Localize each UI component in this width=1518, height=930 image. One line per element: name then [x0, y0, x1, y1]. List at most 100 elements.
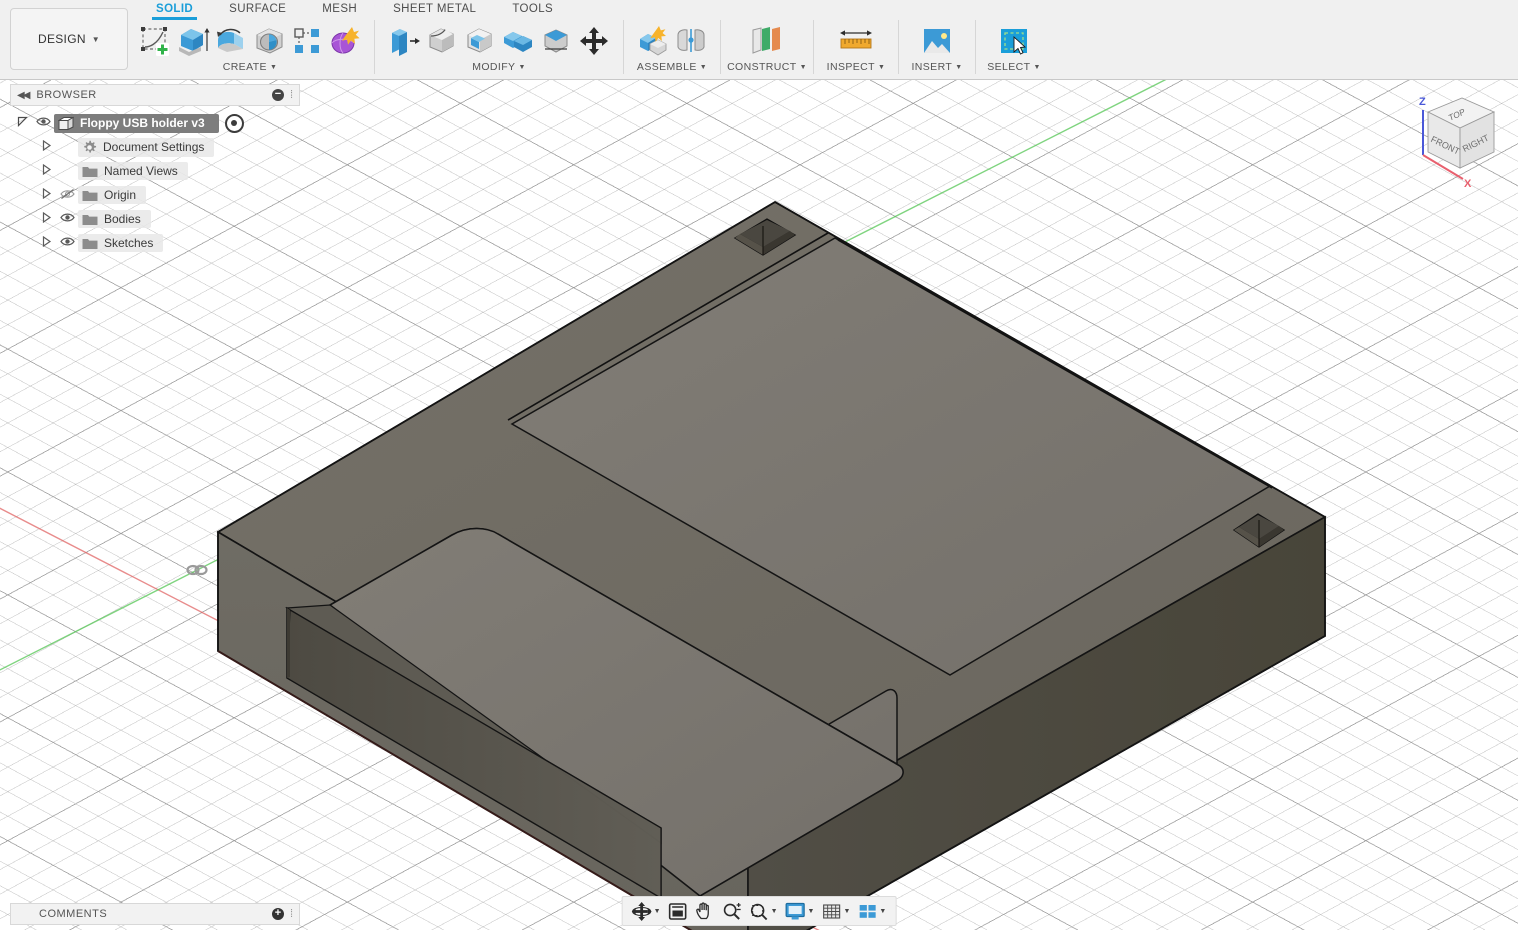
tab-tools[interactable]: TOOLS — [494, 2, 571, 16]
fit-button[interactable]: ▼ — [746, 899, 781, 923]
extrude-icon[interactable] — [174, 21, 212, 61]
form-icon[interactable] — [326, 21, 364, 61]
plus-circle-icon[interactable]: + — [271, 908, 284, 920]
panel-divider — [374, 20, 375, 74]
new-component-icon[interactable] — [634, 21, 672, 61]
minus-circle-icon[interactable]: − — [271, 89, 284, 101]
chevron-down-icon: ▼ — [91, 34, 101, 44]
folder-icon — [82, 213, 98, 226]
pattern-icon[interactable] — [288, 21, 326, 61]
activate-radio-icon[interactable] — [224, 113, 244, 133]
folder-icon — [82, 189, 98, 202]
chevron-down-icon: ▼ — [518, 63, 526, 71]
tree-item-sketches-label: Sketches — [104, 236, 154, 250]
folder-icon — [82, 165, 98, 178]
ribbon-toolbar: DESIGN ▼ SOLID SURFACE MESH SHEET METAL … — [0, 0, 1518, 80]
tree-row-bodies[interactable]: Bodies — [10, 207, 300, 231]
tree-item-named-views[interactable]: Named Views — [78, 162, 188, 180]
collapse-left-icon[interactable]: ◀◀ — [17, 90, 30, 101]
panel-resize-grip[interactable]: ⁞ — [290, 908, 293, 920]
chevron-down-icon: ▼ — [877, 63, 886, 71]
panel-assemble-label[interactable]: ASSEMBLE ▼ — [637, 61, 707, 73]
visibility-eye-icon[interactable] — [56, 212, 78, 226]
panel-modify-label[interactable]: MODIFY ▼ — [472, 61, 526, 73]
select-icon[interactable] — [994, 21, 1034, 61]
chevron-down-icon: ▼ — [955, 63, 963, 71]
panel-create-label[interactable]: CREATE ▼ — [223, 61, 278, 73]
tab-surface[interactable]: SURFACE — [211, 2, 304, 16]
comments-panel[interactable]: COMMENTS + ⁞ — [10, 903, 300, 925]
visibility-eye-off-icon[interactable] — [56, 188, 78, 203]
tree-item-bodies[interactable]: Bodies — [78, 210, 151, 228]
ribbon-tab-bar: SOLID SURFACE MESH SHEET METAL TOOLS — [138, 2, 571, 20]
display-settings-button[interactable]: ▼ — [782, 899, 818, 923]
pan-button[interactable] — [692, 899, 718, 923]
tree-item-document-settings-label: Document Settings — [103, 140, 205, 154]
chevron-down-icon: ▼ — [269, 63, 278, 71]
chevron-down-icon[interactable]: ▼ — [771, 908, 778, 915]
chevron-collapsed-icon[interactable] — [36, 235, 56, 250]
revolve-icon[interactable] — [212, 21, 250, 61]
viewports-button[interactable]: ▼ — [854, 899, 889, 923]
chevron-collapsed-icon[interactable] — [36, 139, 56, 154]
browser-header: ◀◀ BROWSER − ⁞ — [10, 84, 300, 106]
align-icon[interactable] — [537, 21, 575, 61]
panel-insert-label[interactable]: INSERT ▼ — [911, 61, 962, 73]
panel-select-label[interactable]: SELECT ▼ — [987, 61, 1041, 73]
origin-point-icon[interactable] — [186, 560, 210, 580]
tree-item-document-settings[interactable]: Document Settings — [78, 137, 215, 157]
chevron-collapsed-icon[interactable] — [36, 163, 56, 178]
joint-icon[interactable] — [672, 21, 710, 61]
shell-icon[interactable] — [461, 21, 499, 61]
tree-row-named-views[interactable]: Named Views — [10, 159, 300, 183]
measure-icon[interactable] — [834, 21, 878, 61]
navigation-bar: ▼ ▼ ▼ ▼ ▼ — [621, 896, 897, 926]
visibility-eye-icon[interactable] — [32, 116, 54, 130]
3d-viewport[interactable]: TOP FRONT RIGHT Z X ◀◀ BROWSER − ⁞ Flopp… — [0, 80, 1518, 930]
offset-plane-icon[interactable] — [743, 21, 791, 61]
tree-item-sketches[interactable]: Sketches — [78, 234, 164, 252]
panel-divider — [720, 20, 721, 74]
chevron-down-icon[interactable]: ▼ — [879, 908, 886, 915]
zoom-button[interactable] — [719, 899, 745, 923]
tree-item-bodies-label: Bodies — [104, 212, 141, 226]
tab-solid[interactable]: SOLID — [138, 2, 211, 20]
browser-panel: ◀◀ BROWSER − ⁞ Floppy USB holder v3 Docu… — [10, 84, 300, 255]
combine-icon[interactable] — [499, 21, 537, 61]
chevron-collapsed-icon[interactable] — [36, 211, 56, 226]
tab-sheet-metal-label: SHEET METAL — [393, 3, 477, 15]
tab-tools-label: TOOLS — [512, 3, 554, 15]
grid-snaps-button[interactable]: ▼ — [818, 899, 853, 923]
tab-mesh[interactable]: MESH — [304, 2, 375, 16]
panel-resize-grip[interactable]: ⁞ — [290, 89, 293, 101]
workspace-switcher-button[interactable]: DESIGN ▼ — [10, 8, 128, 70]
chevron-expanded-icon[interactable] — [12, 116, 32, 130]
panel-divider — [623, 20, 624, 74]
model-geometry — [216, 200, 1327, 930]
tree-item-root[interactable]: Floppy USB holder v3 — [54, 113, 219, 133]
chevron-down-icon[interactable]: ▼ — [808, 908, 815, 915]
view-cube[interactable]: TOP FRONT RIGHT Z X — [1390, 90, 1510, 205]
fillet-icon[interactable] — [423, 21, 461, 61]
sweep-icon[interactable] — [250, 21, 288, 61]
create-sketch-icon[interactable] — [136, 21, 174, 61]
chevron-collapsed-icon[interactable] — [36, 187, 56, 202]
orbit-button[interactable]: ▼ — [629, 899, 664, 923]
tree-item-origin[interactable]: Origin — [78, 186, 147, 204]
tree-row-root[interactable]: Floppy USB holder v3 — [10, 111, 300, 135]
insert-image-icon[interactable] — [917, 21, 957, 61]
chevron-down-icon[interactable]: ▼ — [843, 908, 850, 915]
visibility-eye-icon[interactable] — [56, 236, 78, 250]
panel-inspect-label[interactable]: INSPECT ▼ — [827, 61, 886, 73]
move-copy-icon[interactable] — [575, 21, 613, 61]
panel-construct-label[interactable]: CONSTRUCT ▼ — [727, 61, 807, 73]
tab-sheet-metal[interactable]: SHEET METAL — [375, 2, 494, 16]
look-at-button[interactable] — [665, 899, 691, 923]
tree-row-origin[interactable]: Origin — [10, 183, 300, 207]
tree-row-document-settings[interactable]: Document Settings — [10, 135, 300, 159]
browser-title: BROWSER — [36, 89, 97, 101]
chevron-down-icon[interactable]: ▼ — [654, 908, 661, 915]
tree-row-sketches[interactable]: Sketches — [10, 231, 300, 255]
press-pull-icon[interactable] — [385, 21, 423, 61]
panel-create: CREATE ▼ — [132, 20, 368, 78]
